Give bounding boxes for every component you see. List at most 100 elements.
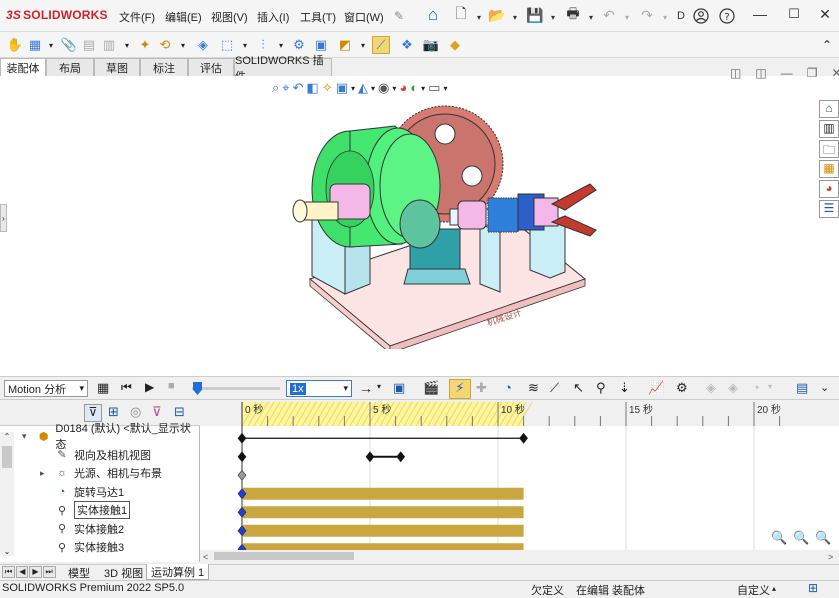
home-icon[interactable]: ⌂: [424, 5, 442, 24]
chevron-down-icon[interactable]: ▾: [544, 8, 562, 26]
prev-tab-icon[interactable]: ◀: [16, 566, 29, 578]
motion-study-properties-icon[interactable]: ⚙: [676, 380, 688, 396]
animation-wizard-icon[interactable]: 🎬: [423, 380, 439, 396]
gravity-icon[interactable]: ⇣: [619, 380, 630, 396]
playback-speed-select[interactable]: 1x ▾: [286, 380, 352, 397]
chevron-down-icon[interactable]: ▾: [118, 36, 136, 54]
view-settings-icon[interactable]: ▭: [428, 80, 440, 100]
chevron-down-icon[interactable]: ▾: [174, 36, 192, 54]
tree-row[interactable]: ✎ 视向及相机视图: [40, 446, 151, 464]
play-from-start-icon[interactable]: ⏮: [121, 380, 132, 395]
playback-slider-thumb[interactable]: [193, 382, 202, 395]
autokey-icon[interactable]: ⚡: [449, 379, 471, 399]
chevron-down-icon[interactable]: ▾: [618, 8, 636, 26]
menu-tools[interactable]: 工具(T): [300, 9, 336, 25]
playback-mode-icon[interactable]: →: [359, 380, 373, 396]
tree-row[interactable]: ⚲ 实体接触1: [40, 501, 131, 519]
tab-addins[interactable]: SOLIDWORKS 插件: [234, 55, 332, 83]
previous-view-icon[interactable]: ↶: [293, 80, 304, 100]
minimize-icon[interactable]: —: [750, 6, 770, 22]
tree-scrollbar[interactable]: ⌃ ⌄: [0, 432, 14, 556]
chevron-down-icon[interactable]: ▾: [582, 8, 600, 26]
tab-markup[interactable]: 标注: [140, 58, 188, 76]
scroll-up-icon[interactable]: ⌃: [0, 432, 14, 441]
print-icon[interactable]: 🖶: [564, 5, 582, 24]
chevron-down-icon[interactable]: ▾: [377, 382, 381, 391]
first-tab-icon[interactable]: ⏮: [2, 566, 16, 578]
timeline-area[interactable]: 0 秒 5 秒 10 秒 15 秒 20 秒 < > 🔍 🔍 🔍: [200, 400, 839, 562]
zoom-in-icon[interactable]: 🔍: [793, 530, 809, 546]
collapse-motion-manager-icon[interactable]: ⌄: [820, 381, 829, 394]
view-palette-icon[interactable]: ▦: [819, 160, 839, 178]
smart-fasteners-icon[interactable]: ▥: [100, 36, 118, 54]
assembly-model-render[interactable]: 机械设计: [290, 104, 610, 349]
chevron-down-icon[interactable]: ▾: [506, 8, 524, 26]
chevron-down-icon[interactable]: ▾: [42, 36, 60, 54]
chevron-down-icon[interactable]: ▾: [470, 8, 488, 26]
assembly-features-icon[interactable]: ⬚: [218, 36, 236, 54]
motor-icon[interactable]: ◔: [504, 380, 512, 395]
last-tab-icon[interactable]: ⏭: [42, 566, 56, 578]
mesh-icon[interactable]: ◈: [706, 380, 716, 396]
display-style-icon[interactable]: ◭: [358, 80, 368, 100]
panel-right-icon[interactable]: ◫: [755, 66, 766, 80]
show-hidden-icon[interactable]: ◈: [194, 36, 212, 54]
add-key-icon[interactable]: ✚: [476, 380, 487, 396]
timeline-canvas[interactable]: 0 秒 5 秒 10 秒 15 秒 20 秒 < >: [200, 400, 839, 562]
appearances-icon[interactable]: ◕: [819, 180, 839, 198]
tab-evaluate[interactable]: 评估: [188, 58, 234, 76]
exploded-view-icon[interactable]: ◩: [336, 36, 354, 54]
instant3d-icon[interactable]: ⟋: [372, 36, 390, 54]
pin-icon[interactable]: ✎: [390, 7, 408, 25]
chevron-down-icon[interactable]: ▾: [768, 382, 772, 391]
minimize-icon[interactable]: —: [781, 66, 793, 80]
update-speedpak-icon[interactable]: ❖: [398, 36, 416, 54]
maximize-icon[interactable]: ☐: [784, 6, 804, 22]
tab-sketch[interactable]: 草图: [94, 58, 140, 76]
edit-appearance-icon[interactable]: ◕: [399, 80, 407, 100]
toggle-timeline-view-icon[interactable]: ▤: [796, 380, 808, 396]
section-view-icon[interactable]: ◧: [307, 80, 319, 100]
graphics-area[interactable]: ⌕ ⌖ ↶ ◧ ✧ ▣ ▾ ◭ ▾ ◉ ▾ ◕ ◐ ▾ ▭ ▾ ◫ ◫ — ❐ …: [0, 66, 839, 376]
tab-model[interactable]: 模型: [64, 565, 94, 580]
stop-icon[interactable]: ■: [168, 380, 175, 392]
tree-row[interactable]: ⚲ 实体接触2: [40, 520, 124, 538]
file-explorer-icon[interactable]: 🗀: [819, 140, 839, 158]
help-icon[interactable]: ?: [718, 7, 736, 25]
save-animation-icon[interactable]: ▣: [393, 380, 405, 396]
simulation-icon[interactable]: ◈: [728, 380, 738, 396]
menu-view[interactable]: 视图(V): [211, 9, 248, 25]
tree-row[interactable]: ⚲ 实体接触3: [40, 538, 124, 556]
tab-motion-study-1[interactable]: 运动算例 1: [146, 564, 210, 580]
view-orientation-icon[interactable]: ▣: [336, 80, 348, 100]
panel-left-icon[interactable]: ◫: [730, 66, 741, 80]
close-icon[interactable]: ✕: [815, 6, 835, 23]
chevron-down-icon[interactable]: ▾: [443, 80, 447, 100]
close-icon[interactable]: ✕: [831, 66, 839, 80]
tab-3d-view[interactable]: 3D 视图: [100, 565, 147, 580]
menu-file[interactable]: 文件(F): [119, 9, 155, 25]
chevron-down-icon[interactable]: ▾: [354, 36, 372, 54]
filter-selected-icon[interactable]: ◎: [130, 404, 141, 420]
take-snapshot-icon[interactable]: 📷: [422, 36, 440, 54]
zoom-out-icon[interactable]: 🔍: [815, 530, 831, 546]
chevron-down-icon[interactable]: ▾: [351, 80, 355, 100]
expander-icon[interactable]: ▸: [40, 468, 54, 479]
playback-slider[interactable]: [192, 387, 280, 390]
rotate-component-icon[interactable]: ⟲: [156, 36, 174, 54]
toolbar-collapse-icon[interactable]: ⌃: [818, 36, 836, 54]
design-study-icon[interactable]: ◔: [752, 380, 760, 395]
apply-scene-icon[interactable]: ◐: [410, 80, 418, 100]
dynamic-annotation-icon[interactable]: ✧: [322, 80, 333, 100]
feature-tree-expand-handle[interactable]: ›: [0, 204, 7, 232]
menu-window[interactable]: 窗口(W): [344, 9, 384, 25]
tree-row[interactable]: ◔ 旋转马达1: [40, 483, 124, 501]
hide-show-items-icon[interactable]: ◉: [378, 80, 389, 100]
calculate-icon[interactable]: ▦: [97, 380, 109, 396]
tree-row[interactable]: ▾ ⬢ D0184 (默认) <默认_显示状态: [22, 423, 199, 451]
chevron-down-icon[interactable]: ▾: [421, 80, 425, 100]
tab-assembly[interactable]: 装配体: [0, 58, 46, 76]
menu-insert[interactable]: 插入(I): [257, 9, 289, 25]
filter-driving-icon[interactable]: ⊞: [108, 404, 119, 420]
next-tab-icon[interactable]: ▶: [29, 566, 42, 578]
